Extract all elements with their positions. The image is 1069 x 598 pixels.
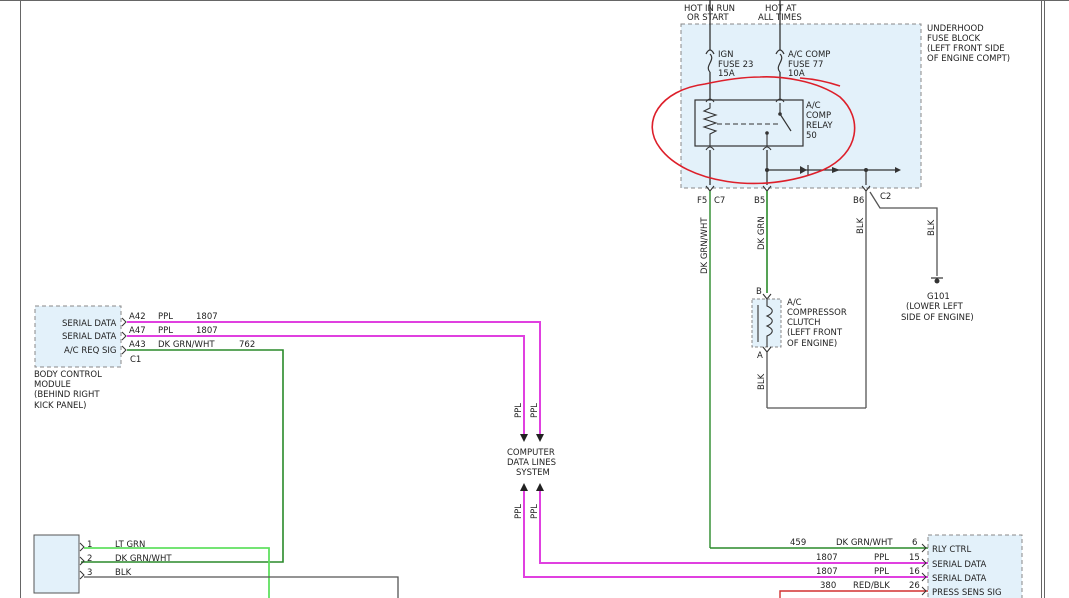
bcm-wire-dk-grn-wht: DK GRN/WHT [158,340,215,350]
data-lines-label-1: COMPUTER [507,448,555,458]
dk-grn-wht-label: DK GRN/WHT [700,217,710,274]
clutch-pin-b-label: B [756,287,762,297]
pcm-wire-ppl-1: PPL [874,553,889,563]
bcm-circuit-1: 1807 [196,312,218,322]
clutch-label-2: COMPRESSOR [787,308,847,318]
clutch-pin-a-chevron [762,346,772,353]
ground-id: G101 [927,292,950,302]
data-lines-label-2: DATA LINES [507,458,556,468]
connector-b6-label: B6 [853,196,864,206]
clutch-label-1: A/C [787,298,802,308]
bcm-circuit-3: 762 [239,340,255,350]
relay-label-4: 50 [806,131,817,141]
ac-req-sig-wire [81,349,284,563]
bottom-blk-wire [84,576,399,598]
clutch-blk-label: BLK [757,373,767,390]
bcm-name-2: MODULE [34,380,71,390]
fuse-block-box [680,23,922,189]
pcm-serial-data-2: SERIAL DATA [932,574,987,584]
fuse-block-label-2: FUSE BLOCK [927,34,980,44]
pcm-serial-data-1: SERIAL DATA [932,560,987,570]
clutch-label-5: OF ENGINE) [787,339,837,349]
data-arrow-up-right-icon [536,483,544,491]
bcm-connector-c1: C1 [130,355,141,365]
bcm-wire-ppl-1: PPL [158,312,173,322]
bcm-wire-ppl-2: PPL [158,326,173,336]
pcm-wire-dk-grn-wht: DK GRN/WHT [836,538,893,548]
fuse-block-label-3: (LEFT FRONT SIDE [927,44,1005,54]
hot-run-label-2: OR START [687,13,729,23]
connector-f5-label: F5 [697,196,707,206]
bcm-circuit-2: 1807 [196,326,218,336]
bcm-pin-a47-chevron [121,331,127,341]
ground-label-2: SIDE OF ENGINE) [901,313,974,323]
diode-node-left [765,168,769,172]
data-arrow-up-left-icon [520,483,528,491]
bottom-pin-1-chevron [79,542,85,552]
dk-grn-label: DK GRN [757,216,767,250]
bcm-serial-data-2: SERIAL DATA [62,332,117,342]
bottom-wire-dk-grn-wht: DK GRN/WHT [115,554,172,564]
bcm-pin-a42: A42 [129,312,146,322]
ground-label-1: (LOWER LEFT [906,302,964,312]
lt-grn-wire [84,547,270,598]
pcm-circuit-2: 1807 [816,553,838,563]
ppl-label-lower-right: PPL [530,504,540,519]
clutch-pin-b-chevron [762,293,772,300]
ac-fuse-label-1: A/C COMP [788,50,830,60]
pcm-wire-red-blk: RED/BLK [853,581,890,591]
connector-b5-label: B5 [754,196,765,206]
pcm-press-sens-sig: PRESS SENS SIG [932,588,1002,598]
pcm-serial-data-wire-2 [523,491,928,578]
bcm-ac-req-sig: A/C REQ SIG [64,346,116,356]
pcm-serial-data-wire-1 [539,491,928,564]
clutch-label-4: (LEFT FRONT [787,328,843,338]
relay-label-3: RELAY [806,121,833,131]
ppl-label-lower-left: PPL [514,504,524,519]
bcm-name-1: BODY CONTROL [34,370,102,380]
pcm-pin-15: 15 [909,553,920,563]
connector-c2-label: C2 [880,192,891,202]
bottom-pin-2: 2 [87,554,92,564]
pcm-rly-ctrl: RLY CTRL [932,545,971,555]
ppl-label-upper-right: PPL [530,403,540,418]
ground-symbol [934,278,940,284]
bcm-pin-a47: A47 [129,326,146,336]
relay-label-1: A/C [806,101,821,111]
bcm-name-3: (BEHIND RIGHT [34,390,100,400]
data-arrow-down-right-icon [536,434,544,442]
pcm-pin-26: 26 [909,581,920,591]
clutch-pin-a-label: A [757,351,763,361]
pcm-pin-6: 6 [912,538,917,548]
bcm-pin-a43: A43 [129,340,146,350]
bottom-pin-3-chevron [79,570,85,580]
wiring-diagram: UNDERHOOD FUSE BLOCK (LEFT FRONT SIDE OF… [0,0,1069,598]
bottom-connector-box [33,534,80,594]
bcm-serial-data-wire-2 [127,335,525,438]
pcm-wire-ppl-2: PPL [874,567,889,577]
bcm-pin-a42-chevron [121,317,127,327]
bcm-name-4: KICK PANEL) [34,401,86,411]
pcm-circuit-4: 380 [820,581,836,591]
bottom-pin-2-chevron [79,556,85,566]
ign-fuse-label-3: 15A [718,69,735,79]
data-lines-label-3: SYSTEM [516,468,550,478]
bcm-serial-data-1: SERIAL DATA [62,319,117,329]
ppl-label-upper-left: PPL [514,403,524,418]
press-sens-sig-wire [779,590,928,598]
pcm-circuit-1: 459 [790,538,806,548]
pcm-pin-16: 16 [909,567,920,577]
clutch-label-3: CLUTCH [787,318,821,328]
fuse-block-label-1: UNDERHOOD [927,24,984,34]
b6-blk-label: BLK [856,217,866,234]
bcm-pin-a43-chevron [121,345,127,355]
fuse-block-label-4: OF ENGINE COMPT) [927,54,1010,64]
pcm-circuit-3: 1807 [816,567,838,577]
c2-blk-label: BLK [927,219,937,236]
ign-fuse-label-1: IGN [718,50,733,60]
connector-c7-label: C7 [714,196,725,206]
data-arrow-down-left-icon [520,434,528,442]
relay-label-2: COMP [806,111,831,121]
